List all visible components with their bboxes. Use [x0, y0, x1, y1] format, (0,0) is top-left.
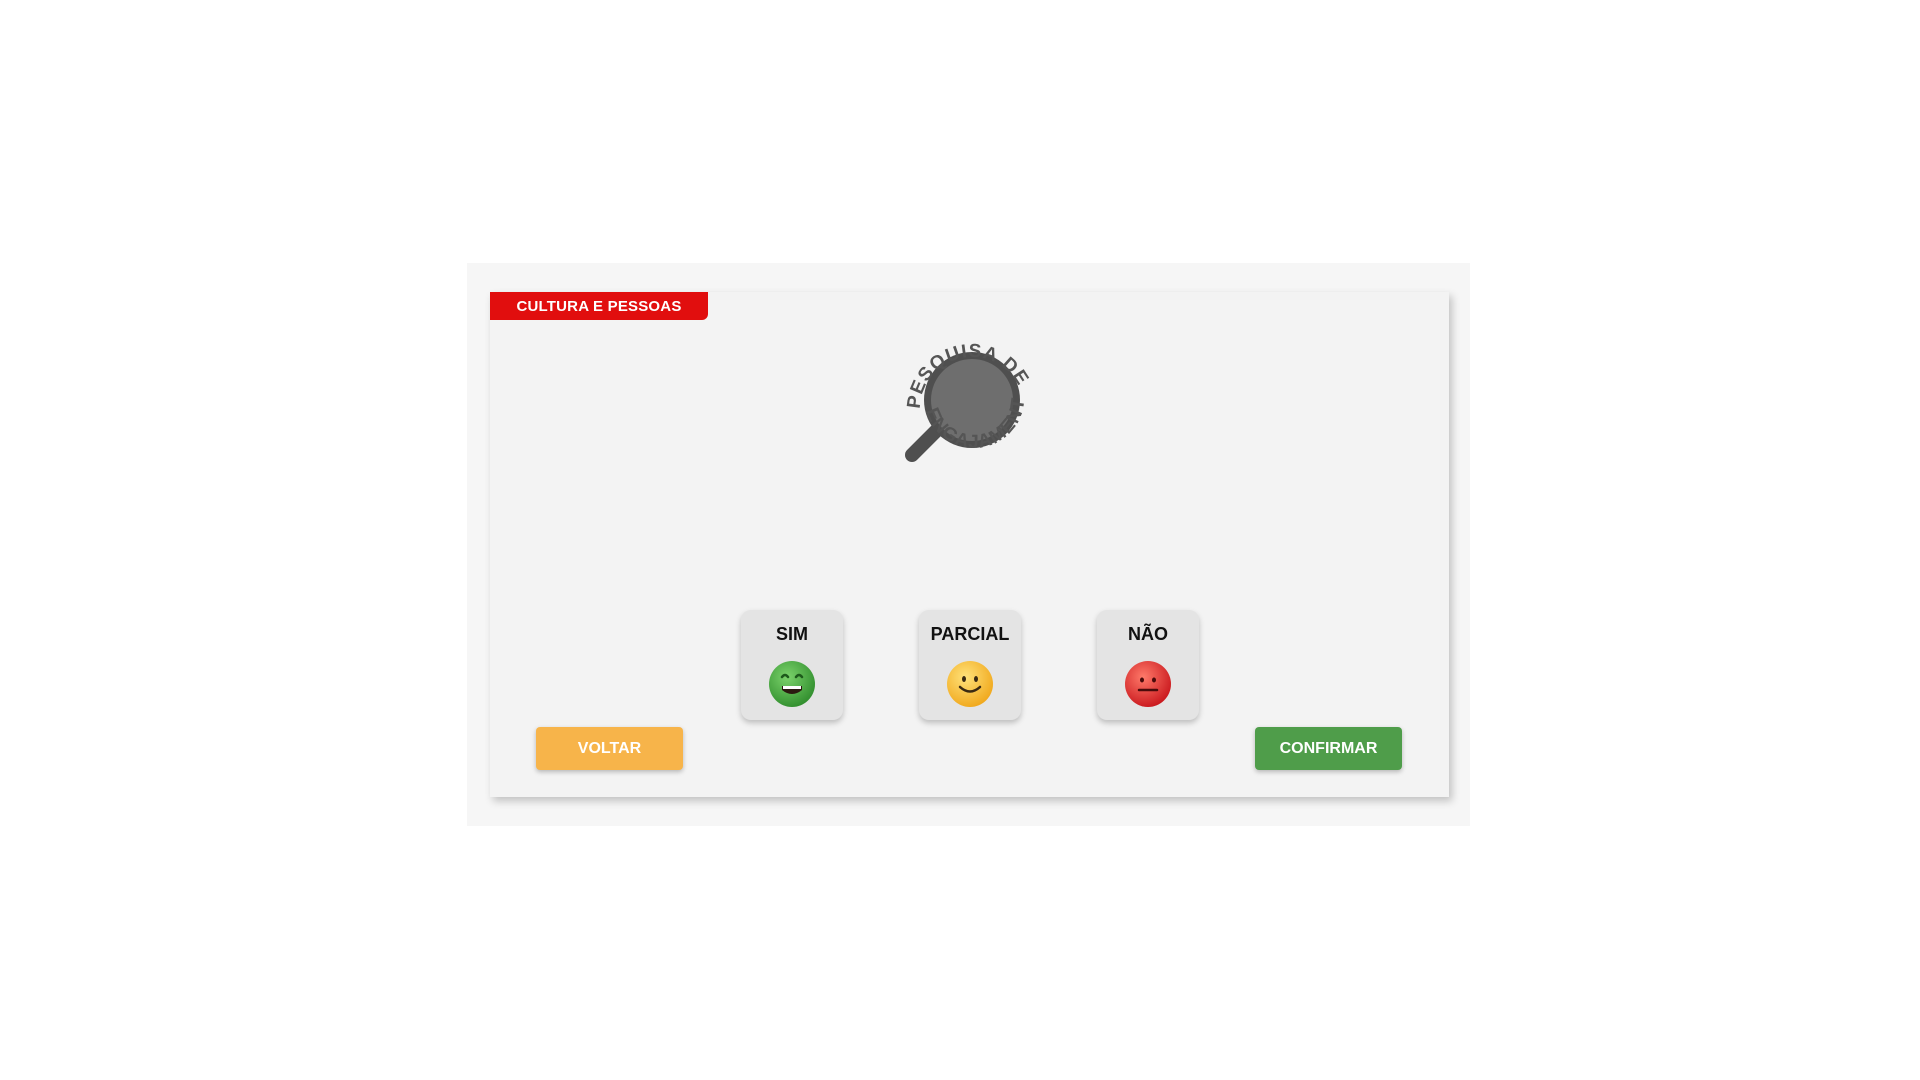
option-label: SIM — [775, 624, 808, 644]
smiling-yellow-face-icon — [947, 661, 993, 707]
magnifier-icon: PESQUISA DE ENGAJAMENTO — [890, 327, 1032, 462]
option-label: NÃO — [1128, 624, 1168, 644]
option-sim[interactable]: SIM — [741, 610, 843, 720]
option-nao[interactable]: NÃO — [1097, 610, 1199, 720]
option-parcial[interactable]: PARCIAL — [919, 610, 1021, 720]
survey-logo: PESQUISA DE ENGAJAMENTO — [890, 327, 1050, 477]
option-label: PARCIAL — [930, 624, 1010, 644]
section-tag: CULTURA E PESSOAS — [490, 292, 708, 320]
neutral-red-face-icon — [1125, 661, 1171, 707]
happy-green-face-icon — [769, 661, 815, 707]
answer-options: SIM PARCIAL NÃO — [741, 610, 1201, 722]
confirm-button[interactable]: CONFIRMAR — [1255, 727, 1402, 770]
back-button[interactable]: VOLTAR — [536, 727, 683, 770]
